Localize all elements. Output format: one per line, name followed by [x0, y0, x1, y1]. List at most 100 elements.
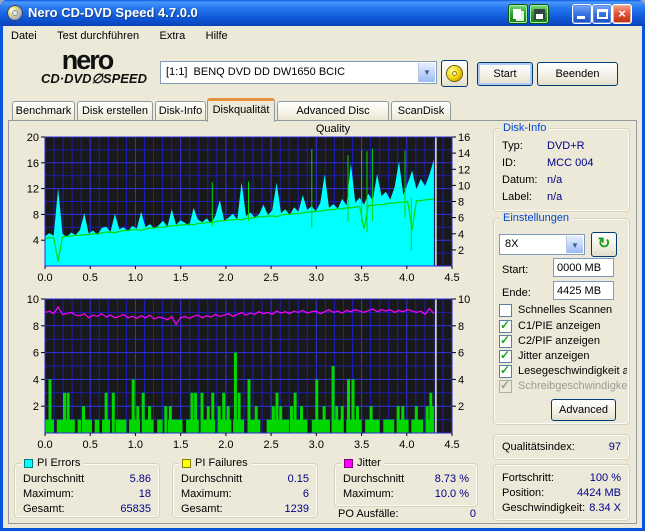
minimize-button[interactable] — [572, 4, 592, 24]
svg-text:2: 2 — [458, 401, 464, 413]
svg-text:2.5: 2.5 — [263, 439, 278, 451]
chevron-down-icon[interactable]: ▼ — [418, 63, 435, 82]
svg-text:6: 6 — [458, 213, 464, 225]
copy-screenshot-button[interactable] — [508, 4, 528, 24]
svg-text:2.0: 2.0 — [218, 439, 233, 451]
disk-info-label: ID: — [502, 157, 517, 169]
position-value: 4424 MB — [576, 487, 621, 499]
titlebar[interactable]: Nero CD-DVD Speed 4.7.0.0 × — [0, 0, 645, 26]
svg-text:4: 4 — [458, 229, 464, 241]
pi-errors-stats-box: PI Errors Durchschnitt 5.86 Maximum: 18 Ge… — [14, 457, 160, 518]
checkbox-checked-icon[interactable]: ✓ — [499, 350, 512, 363]
svg-text:4.0: 4.0 — [399, 439, 414, 451]
checkbox-checked-icon[interactable]: ✓ — [499, 320, 512, 333]
stat-label: Durchschnitt — [23, 473, 85, 485]
tab-advanced-disc-quality[interactable]: Advanced Disc Quality — [277, 101, 389, 135]
pi-failures-jitter-chart: 2 4 6 8 10 2 4 6 8 10 0.0 0.5 1.0 1.5 2.0 2.5 3.0 3.5 4.0 4… — [27, 294, 471, 451]
nero-logo: nero CD·DVD∅SPEED — [28, 47, 160, 87]
checkbox-jitter[interactable]: ✓ Jitter anzeigen — [499, 350, 627, 364]
checkbox-schnelles-scannen[interactable]: Schnelles Scannen — [499, 304, 627, 318]
menu-hilfe[interactable]: Hilfe — [198, 27, 236, 42]
pi-failures-stats-box: PI Failures Durchschnitt 0.15 Maximum: 6 G… — [172, 457, 318, 518]
chevron-down-icon[interactable]: ▼ — [566, 236, 583, 253]
save-results-button[interactable] — [529, 4, 549, 24]
start-position-input[interactable] — [553, 258, 614, 277]
speed-label: Geschwindigkeit: — [502, 502, 586, 514]
stat-label: Maximum: — [23, 488, 74, 500]
svg-text:8: 8 — [458, 197, 464, 209]
svg-text:1.0: 1.0 — [128, 439, 143, 451]
stat-label: Durchschnitt — [181, 473, 243, 485]
stat-value: 0.15 — [287, 473, 309, 485]
maximize-icon — [597, 9, 608, 19]
svg-text:4: 4 — [458, 374, 464, 386]
stat-label: Durchschnitt — [343, 473, 405, 485]
checkbox-checked-icon[interactable]: ✓ — [499, 335, 512, 348]
checkbox-c2-pif[interactable]: ✓ C2/PIF anzeigen — [499, 335, 627, 349]
checkbox-lesegeschwindigkeit[interactable]: ✓ Lesegeschwindigkeit a — [499, 365, 627, 379]
svg-text:2: 2 — [458, 245, 464, 257]
stat-label: Gesamt: — [181, 503, 223, 515]
progress-label: Fortschritt: — [502, 472, 554, 484]
svg-text:4.0: 4.0 — [399, 272, 414, 284]
tab-disk-info[interactable]: Disk-Info — [155, 101, 206, 120]
advanced-button[interactable]: Advanced — [551, 399, 616, 421]
progress-box: Fortschritt: 100 % Position: 4424 MB Gesch… — [493, 464, 630, 521]
erase-disc-button[interactable] — [441, 60, 468, 87]
app-window: Nero CD-DVD Speed 4.7.0.0 × Datei Test d… — [0, 0, 645, 531]
checkbox-c1-pie[interactable]: ✓ C1/PIE anzeigen — [499, 320, 627, 334]
pi-failures-title: PI Failures — [195, 457, 248, 469]
svg-text:14: 14 — [458, 148, 470, 160]
position-label: Position: — [502, 487, 545, 499]
disc-icon — [447, 66, 462, 81]
svg-text:6: 6 — [33, 348, 39, 360]
disk-info-value: DVD+R — [547, 140, 585, 152]
svg-text:0.5: 0.5 — [83, 272, 98, 284]
svg-text:8: 8 — [33, 209, 39, 221]
refresh-icon: ↻ — [597, 235, 611, 252]
close-button[interactable]: × — [612, 4, 632, 24]
quality-index-label: Qualitätsindex: — [502, 441, 575, 453]
svg-text:10: 10 — [458, 180, 470, 192]
jitter-stats-box: Jitter Durchschnitt 8.73 % Maximum: 10.0 % — [334, 457, 478, 507]
svg-text:4: 4 — [33, 235, 39, 247]
tab-diskqualitaet[interactable]: Diskqualität — [207, 98, 275, 122]
maximize-button[interactable] — [592, 4, 612, 24]
stat-value: 1239 — [284, 503, 309, 515]
drive-selector[interactable]: [1:1] BENQ DVD DD DW1650 BCIC ▼ — [160, 61, 437, 84]
svg-text:0.0: 0.0 — [37, 272, 52, 284]
drive-selector-value: [1:1] BENQ DVD DD DW1650 BCIC — [166, 66, 346, 78]
svg-text:6: 6 — [458, 348, 464, 360]
checkbox-schreibgeschwindigkeit: ✓ Schreibgeschwindigkei — [499, 380, 627, 393]
tab-disk-erstellen[interactable]: Disk erstellen — [77, 101, 153, 120]
checkbox-icon[interactable] — [499, 304, 512, 317]
tab-benchmark[interactable]: Benchmark — [12, 101, 75, 120]
pi-errors-title: PI Errors — [37, 457, 81, 469]
start-button[interactable]: Start — [477, 62, 533, 86]
svg-text:2: 2 — [33, 401, 39, 413]
tab-scandisk[interactable]: ScanDisk — [391, 101, 451, 120]
disk-info-label: Datum: — [502, 174, 538, 186]
stat-label: Maximum: — [181, 488, 232, 500]
quality-index-value: 97 — [608, 441, 621, 453]
checkbox-checked-icon[interactable]: ✓ — [499, 365, 512, 378]
copy-icon — [513, 9, 521, 19]
pi-errors-swatch-icon — [24, 458, 33, 468]
end-position-label: Ende: — [502, 287, 531, 299]
minimize-icon — [577, 16, 585, 19]
svg-text:4.5: 4.5 — [444, 439, 459, 451]
end-position-input[interactable] — [553, 281, 614, 300]
jitter-title: Jitter — [357, 457, 381, 469]
menu-datei[interactable]: Datei — [3, 27, 45, 42]
menu-test-durchfuehren[interactable]: Test durchführen — [49, 27, 147, 42]
svg-text:2.0: 2.0 — [218, 272, 233, 284]
po-failures-row: PO Ausfälle: 0 — [338, 508, 476, 522]
menu-extra[interactable]: Extra — [152, 27, 194, 42]
speed-select[interactable]: 8X ▼ — [499, 234, 585, 255]
checkbox-checked-disabled-icon: ✓ — [499, 380, 512, 393]
quit-button[interactable]: Beenden — [537, 62, 618, 86]
window-title: Nero CD-DVD Speed 4.7.0.0 — [28, 5, 198, 20]
refresh-button[interactable]: ↻ — [591, 232, 617, 257]
stat-value: 5.86 — [129, 473, 151, 485]
svg-text:0.5: 0.5 — [83, 439, 98, 451]
